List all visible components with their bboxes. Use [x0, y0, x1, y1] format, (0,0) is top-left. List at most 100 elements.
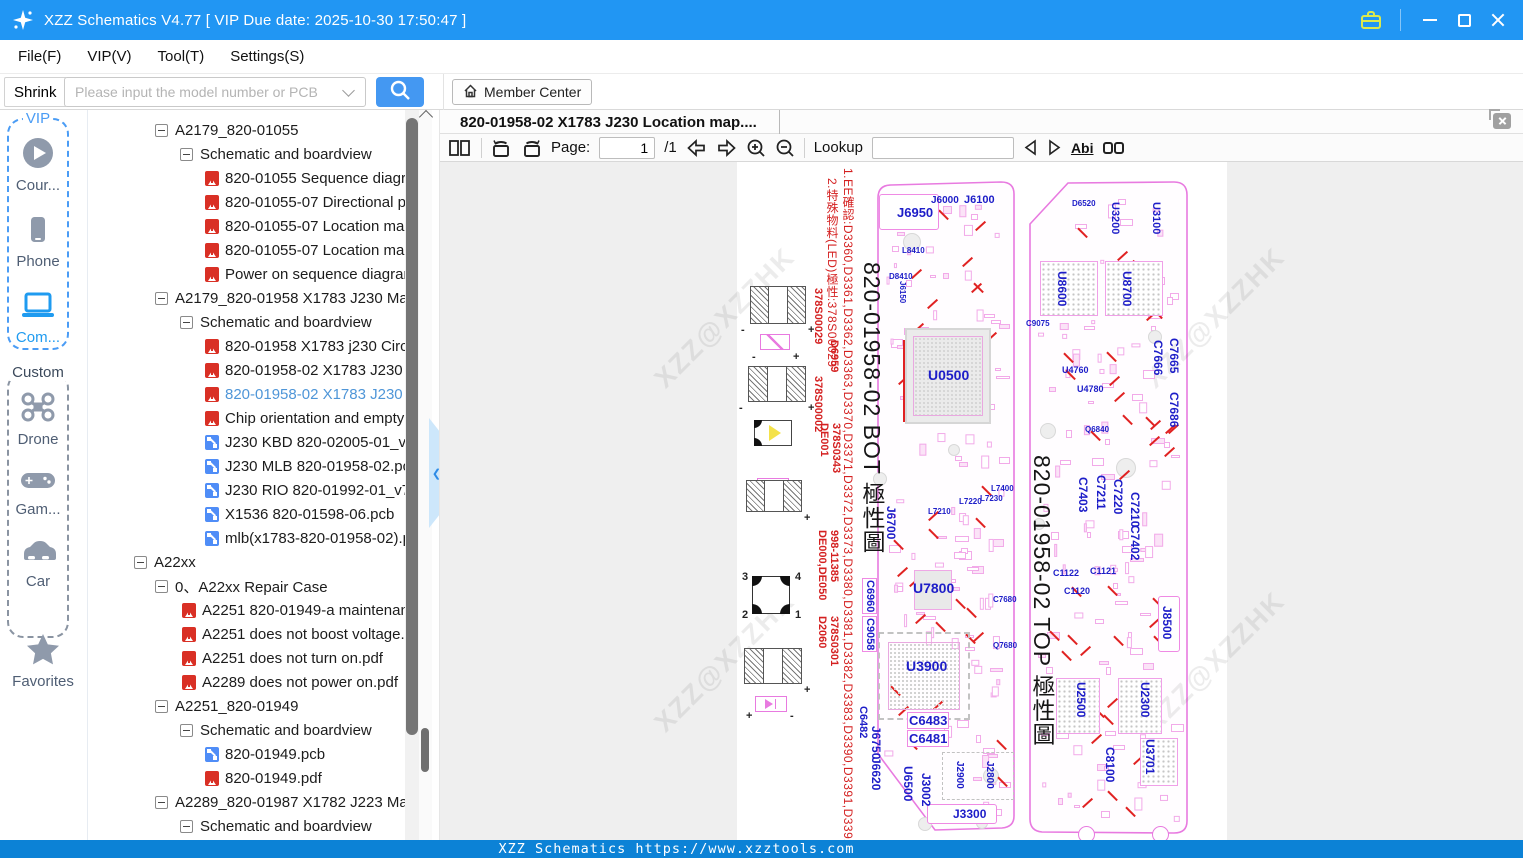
- polarity-arrow: [1061, 650, 1072, 662]
- lookup-input[interactable]: [871, 136, 1014, 159]
- ref-designator-c7686: C7686: [1167, 392, 1181, 428]
- find-next-icon[interactable]: [1047, 139, 1062, 156]
- collapse-toggle-icon[interactable]: [180, 819, 193, 833]
- component-footprint: [904, 614, 908, 628]
- tree-item[interactable]: 820-01949.pdf: [205, 766, 322, 790]
- search-dropdown-chevron-icon[interactable]: [342, 83, 355, 97]
- tree-item[interactable]: A2179_820-01055: [155, 118, 298, 142]
- model-tree: A2179_820-01055 Schematic and boardview 82…: [88, 110, 405, 840]
- menu-tool[interactable]: Tool(T): [158, 48, 205, 65]
- collapse-toggle-icon[interactable]: [180, 147, 193, 161]
- component-footprint: [986, 441, 993, 448]
- sidebar-item-com[interactable]: Com...: [16, 288, 60, 346]
- tree-scrollbar-thumb[interactable]: [406, 118, 418, 735]
- tree-item[interactable]: mlb(x1783-820-01958-02).pc: [205, 526, 405, 550]
- next-page-icon[interactable]: [716, 138, 737, 157]
- component-footprint: [1098, 660, 1110, 666]
- tree-item[interactable]: 820-01958-02 X1783 J230 Cir: [205, 358, 405, 382]
- collapse-toggle-icon[interactable]: [155, 579, 168, 593]
- tree-item[interactable]: A2251 does not boost voltage.p: [182, 622, 405, 646]
- tree-item[interactable]: A2251 820-01949-a maintenanc: [182, 598, 405, 622]
- component-footprint: [911, 552, 916, 560]
- ref-designator-u6500: U6500: [901, 766, 915, 802]
- sidebar-item-cour[interactable]: Cour...: [16, 136, 60, 194]
- home-icon: [463, 83, 478, 101]
- tree-item[interactable]: 820-01055 Sequence diagram: [205, 166, 405, 190]
- tree-item[interactable]: 820-01949.pcb: [205, 742, 325, 766]
- tree-item[interactable]: X1536 820-01598-06.pcb: [205, 502, 394, 526]
- find-previous-icon[interactable]: [1023, 139, 1038, 156]
- menu-settings[interactable]: Settings(S): [230, 48, 304, 65]
- tree-item-label: J230 KBD 820-02005-01_v7.p: [225, 433, 405, 451]
- page-number-input[interactable]: [599, 136, 656, 159]
- tree-item[interactable]: Schematic and boardview: [180, 814, 372, 838]
- tree-item[interactable]: A2289 does not power on.pdf: [182, 670, 398, 694]
- tree-item[interactable]: A2179_820-01958 X1783 J230 Mac: [155, 286, 405, 310]
- tree-item[interactable]: J230 MLB 820-01958-02.pcb: [205, 454, 405, 478]
- sidebar-item-gam[interactable]: Gam...: [15, 466, 61, 518]
- component-footprint: [1095, 619, 1105, 624]
- menu-vip[interactable]: VIP(V): [87, 48, 131, 65]
- tree-item[interactable]: 0、A22xx Repair Case: [155, 574, 328, 598]
- tree-item[interactable]: Schematic and boardview: [180, 310, 372, 334]
- tree-item[interactable]: A2289_820-01987 X1782 J223 Mac: [155, 790, 405, 814]
- minimize-button[interactable]: [1413, 0, 1447, 40]
- tree-item[interactable]: 820-01055-07 Directional pa: [205, 190, 405, 214]
- sidebar-item-car[interactable]: Car: [18, 536, 58, 590]
- close-tab-icon[interactable]: [1489, 109, 1511, 129]
- polarity-arrow: [1116, 250, 1128, 261]
- match-case-button[interactable]: Abi: [1071, 140, 1094, 156]
- maximize-button[interactable]: [1447, 0, 1481, 40]
- tree-item[interactable]: 820-01958 X1783 j230 Circuit: [205, 334, 405, 358]
- shrink-button[interactable]: Shrink: [4, 77, 67, 107]
- sidebar-item-phone[interactable]: Phone: [16, 212, 60, 270]
- zoom-out-icon[interactable]: [775, 138, 795, 158]
- member-center-button[interactable]: Member Center: [452, 79, 593, 105]
- collapse-toggle-icon[interactable]: [155, 699, 168, 713]
- tree-item[interactable]: Schematic and boardview: [180, 718, 372, 742]
- ref-designator-l7220: L7220: [959, 497, 982, 506]
- tree-item[interactable]: Schematic and boardview: [180, 142, 372, 166]
- search-input[interactable]: [65, 84, 344, 100]
- tree-item[interactable]: Power on sequence diagram: [205, 262, 405, 286]
- collapse-toggle-icon[interactable]: [134, 555, 147, 569]
- rotate-right-icon[interactable]: [521, 138, 542, 158]
- collapse-toggle-icon[interactable]: [155, 795, 168, 809]
- previous-page-icon[interactable]: [686, 138, 707, 157]
- tree-item[interactable]: J230 KBD 820-02005-01_v7.p: [205, 430, 405, 454]
- outer-scrollbar-thumb[interactable]: [421, 728, 429, 772]
- highlight-all-icon[interactable]: [1102, 141, 1124, 154]
- tree-item[interactable]: 820-01958-02 X1783 J230 Lo: [205, 382, 405, 406]
- component-footprint: [1131, 343, 1141, 348]
- collapse-toggle-icon[interactable]: [155, 291, 168, 305]
- tree-item[interactable]: J230 RIO 820-01992-01_v7.pc: [205, 478, 405, 502]
- rotate-left-icon[interactable]: [491, 138, 512, 158]
- document-tab[interactable]: 820-01958-02 X1783 J230 Location map....: [460, 110, 780, 134]
- ref-designator-c7211: C7211: [1094, 475, 1108, 510]
- component-footprint: [959, 204, 966, 218]
- zoom-in-icon[interactable]: [746, 138, 766, 158]
- sidebar-item-drone[interactable]: Drone: [18, 390, 58, 448]
- close-button[interactable]: [1481, 0, 1515, 40]
- component-footprint: [1105, 731, 1117, 736]
- sidebar-item-favorites[interactable]: Favorites: [0, 632, 86, 690]
- two-page-view-icon[interactable]: [448, 139, 472, 157]
- tree-item[interactable]: 820-01055-07 Location map.: [205, 238, 405, 262]
- tree-item[interactable]: A2251_820-01949: [155, 694, 298, 718]
- collapse-toggle-icon[interactable]: [155, 123, 168, 137]
- tree-item[interactable]: 820-01055-07 Location map: [205, 214, 405, 238]
- tree-item[interactable]: Chip orientation and empty: [205, 406, 404, 430]
- component-footprint: [973, 528, 981, 540]
- tree-item[interactable]: A22xx: [134, 550, 196, 574]
- collapse-toggle-icon[interactable]: [180, 315, 193, 329]
- tree-item[interactable]: A2251 does not turn on.pdf: [182, 646, 383, 670]
- menu-file[interactable]: File(F): [18, 48, 61, 65]
- board-notch: [1152, 826, 1169, 840]
- pcb-file-icon: [205, 482, 219, 498]
- collapse-toggle-icon[interactable]: [180, 723, 193, 737]
- search-button[interactable]: [376, 77, 424, 107]
- pdf-viewer-canvas[interactable]: XZZ@XZZHK XZZ@XZZHK XZZ@XZZHK XZZ@XZZHK - + - +…: [440, 162, 1523, 840]
- license-briefcase-icon[interactable]: [1354, 0, 1388, 40]
- ref-designator-c7666: C7666: [1151, 340, 1165, 376]
- pdf-file-icon: [205, 362, 219, 378]
